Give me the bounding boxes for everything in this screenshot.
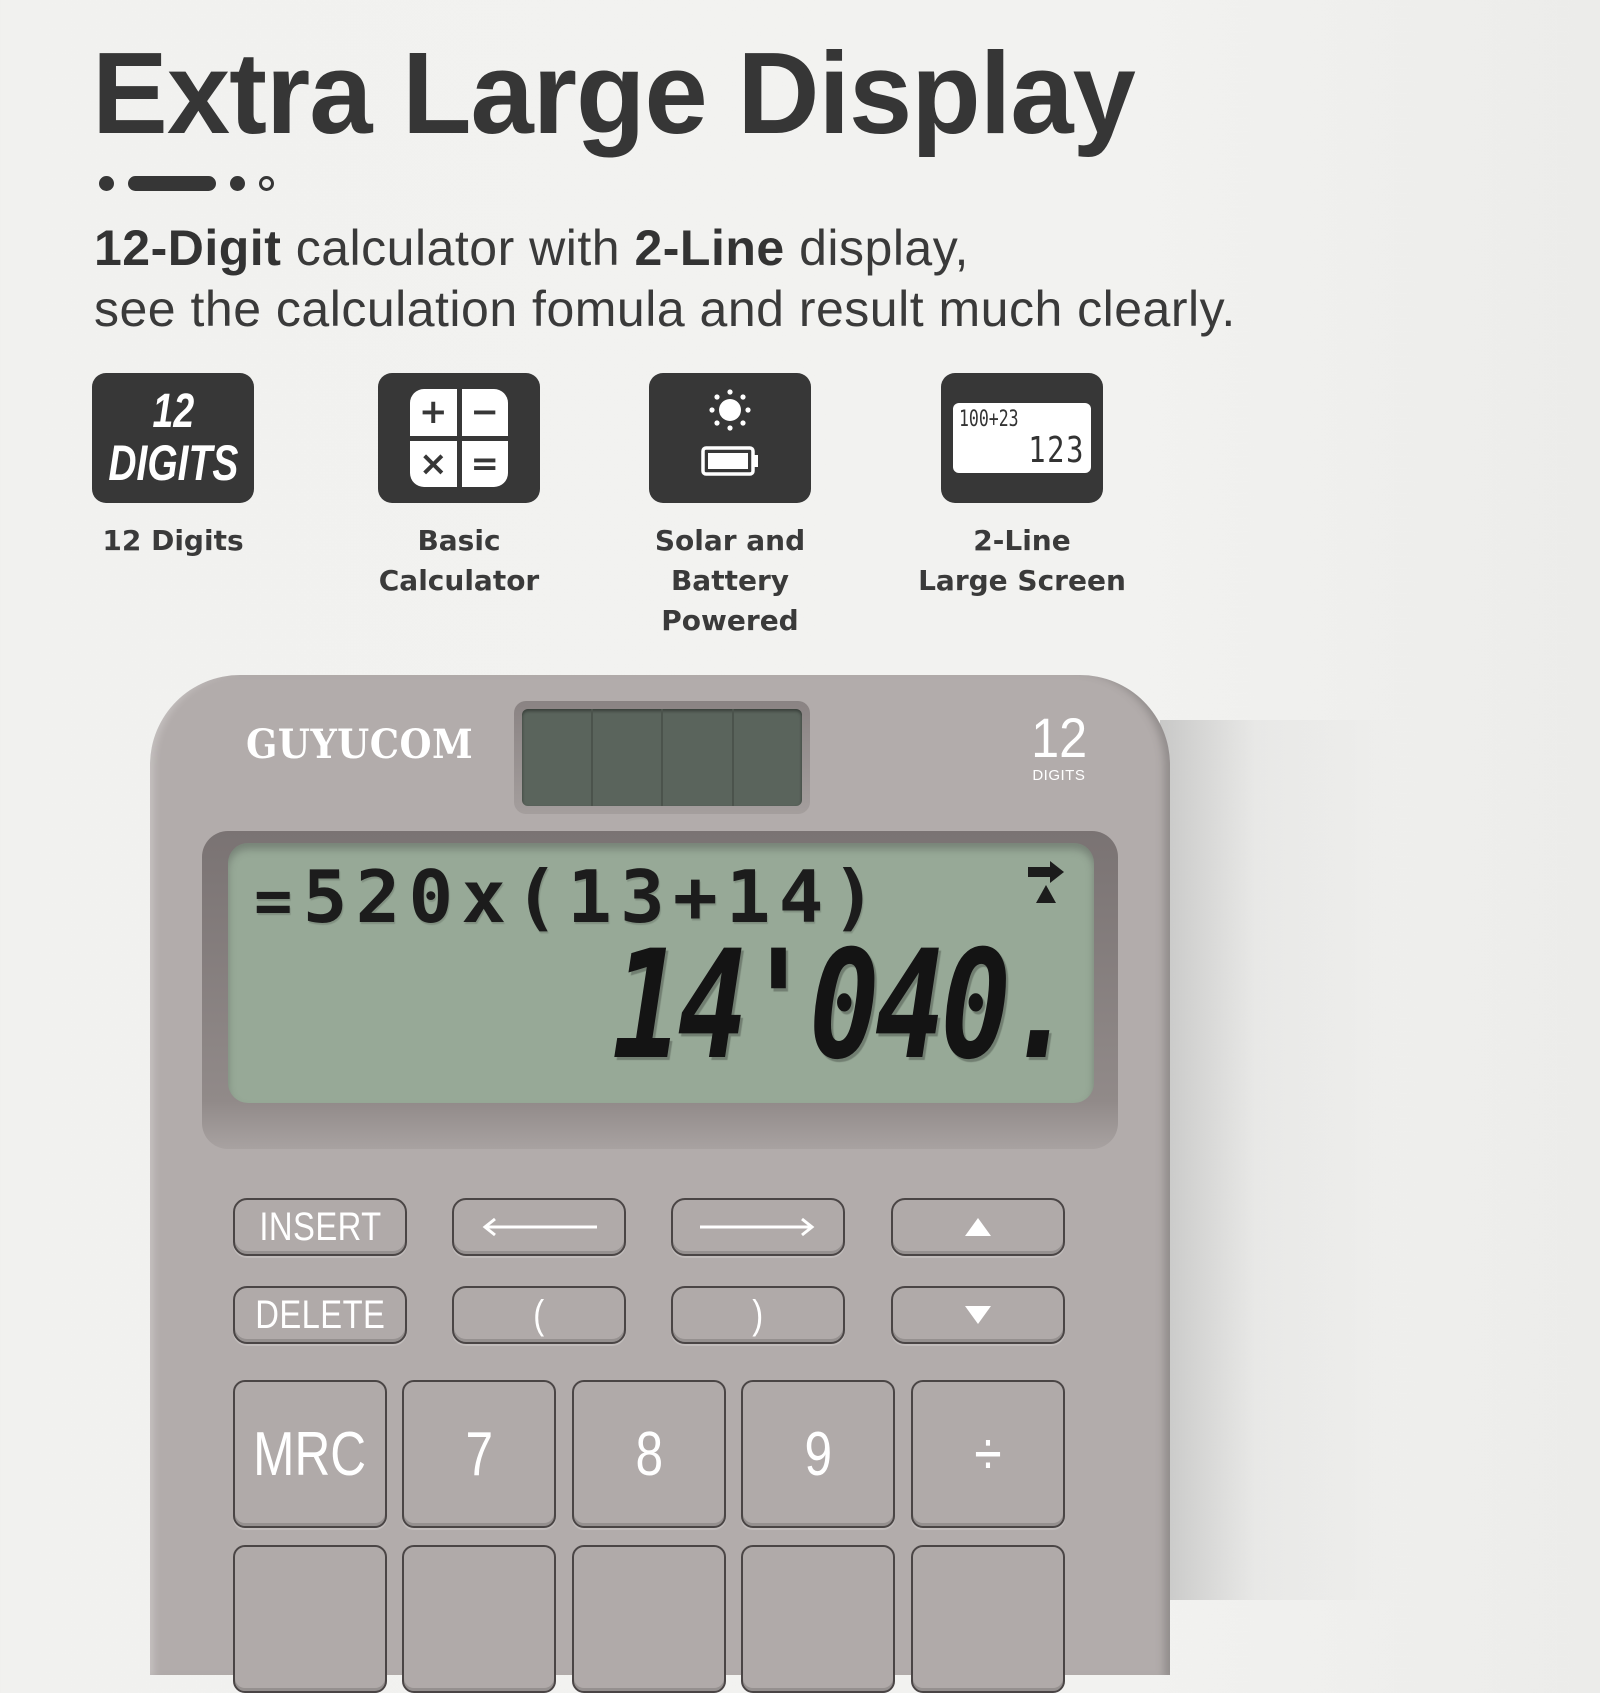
- feature-label: 12 Digits: [53, 521, 293, 561]
- left-arrow-icon: [482, 1217, 597, 1237]
- solar-cell: [663, 709, 734, 806]
- down-key[interactable]: [891, 1286, 1065, 1344]
- decorative-dots: [99, 176, 274, 191]
- lcd-display: =520x(13+14) 14'040.: [228, 843, 1094, 1103]
- feature-label-line: Large Screen: [918, 564, 1126, 597]
- close-paren-key[interactable]: ): [671, 1286, 845, 1344]
- feature-solar-battery: Solar and Battery Powered: [610, 373, 850, 641]
- badge-number: 12: [1030, 706, 1087, 769]
- subtitle-line-1: 12-Digit calculator with 2-Line display,: [94, 218, 1236, 279]
- mini-screen-line-1: 100+23: [959, 407, 1019, 432]
- feature-12-digits: 12 DIGITS 12 Digits: [53, 373, 293, 561]
- feature-label-line: Basic: [417, 524, 501, 557]
- up-key[interactable]: [891, 1198, 1065, 1256]
- subtitle-text: display,: [784, 220, 969, 276]
- subtitle: 12-Digit calculator with 2-Line display,…: [94, 218, 1236, 340]
- solar-panel-frame: [514, 701, 810, 814]
- mini-screen: 100+23 123: [953, 403, 1091, 473]
- solar-cell: [522, 709, 593, 806]
- result-line: 14'040.: [611, 919, 1077, 1093]
- minus-icon: −: [461, 389, 508, 436]
- plus-icon: +: [410, 389, 457, 436]
- bar-icon: [128, 176, 216, 191]
- brand-logo: GUYUCOM: [246, 721, 474, 768]
- solar-battery-icon: [649, 373, 811, 503]
- key-7[interactable]: 7: [402, 1380, 556, 1528]
- indicator-icons: [1028, 861, 1064, 903]
- feature-label-line: Battery Powered: [661, 564, 799, 637]
- up-triangle-icon: [965, 1218, 991, 1236]
- page-title: Extra Large Display: [92, 28, 1136, 158]
- up-triangle-icon: [1036, 885, 1056, 903]
- feature-2-line-screen: 100+23 123 2-Line Large Screen: [902, 373, 1142, 601]
- multiply-icon: ×: [410, 440, 457, 487]
- key-row2-col5[interactable]: [911, 1545, 1065, 1693]
- badge-text: DIGITS: [1032, 767, 1086, 784]
- dot-icon: [230, 176, 245, 191]
- delete-key[interactable]: DELETE: [233, 1286, 407, 1344]
- feature-label-line: 2-Line: [973, 524, 1071, 557]
- calculator-shadow: [1160, 720, 1400, 1600]
- subtitle-bold-2-line: 2-Line: [634, 220, 785, 276]
- open-paren-key[interactable]: (: [452, 1286, 626, 1344]
- key-row2-col4[interactable]: [741, 1545, 895, 1693]
- feature-basic-calculator: + − × = Basic Calculator: [339, 373, 579, 601]
- ring-icon: [259, 176, 274, 191]
- mini-screen-line-2: 123: [1028, 430, 1085, 471]
- left-arrow-key[interactable]: [452, 1198, 626, 1256]
- key-9[interactable]: 9: [741, 1380, 895, 1528]
- feature-label-line: Calculator: [378, 564, 540, 597]
- down-triangle-icon: [965, 1306, 991, 1324]
- digits-badge: 12 DIGITS: [1028, 706, 1090, 785]
- feature-label: 2-Line Large Screen: [902, 521, 1142, 601]
- right-arrow-key[interactable]: [671, 1198, 845, 1256]
- equals-icon: =: [461, 440, 508, 487]
- equals-indicator: =: [254, 864, 301, 937]
- key-row2-col1[interactable]: [233, 1545, 387, 1693]
- sun-battery-icon: [701, 389, 758, 476]
- mrc-key[interactable]: MRC: [233, 1380, 387, 1528]
- solar-panel: [522, 709, 802, 806]
- feature-label-line: Solar and: [654, 524, 806, 557]
- insert-key[interactable]: INSERT: [233, 1198, 407, 1256]
- two-line-screen-icon: 100+23 123: [941, 373, 1103, 503]
- feature-label: Solar and Battery Powered: [610, 521, 850, 641]
- subtitle-text: calculator with: [281, 220, 635, 276]
- dot-icon: [99, 176, 114, 191]
- right-arrow-icon: [700, 1217, 815, 1237]
- feature-label-line: 12 Digits: [102, 524, 244, 557]
- feature-label: Basic Calculator: [339, 521, 579, 601]
- subtitle-line-2: see the calculation fomula and result mu…: [94, 281, 1236, 337]
- right-arrow-icon: [1028, 861, 1064, 883]
- subtitle-bold-12-digit: 12-Digit: [94, 220, 282, 276]
- key-row2-col3[interactable]: [572, 1545, 726, 1693]
- solar-cell: [593, 709, 663, 806]
- twelve-digits-icon: 12 DIGITS: [92, 373, 254, 503]
- calculator-icon: + − × =: [378, 373, 540, 503]
- lcd-bezel: =520x(13+14) 14'040.: [202, 831, 1118, 1149]
- tile-word: DIGITS: [107, 435, 239, 491]
- solar-cell: [734, 709, 803, 806]
- tile-number: 12: [152, 385, 194, 438]
- key-row2-col2[interactable]: [402, 1545, 556, 1693]
- calculator: GUYUCOM 12 DIGITS =520x(13+14) 14'040. I…: [150, 675, 1170, 1693]
- divide-key[interactable]: ÷: [911, 1380, 1065, 1528]
- key-8[interactable]: 8: [572, 1380, 726, 1528]
